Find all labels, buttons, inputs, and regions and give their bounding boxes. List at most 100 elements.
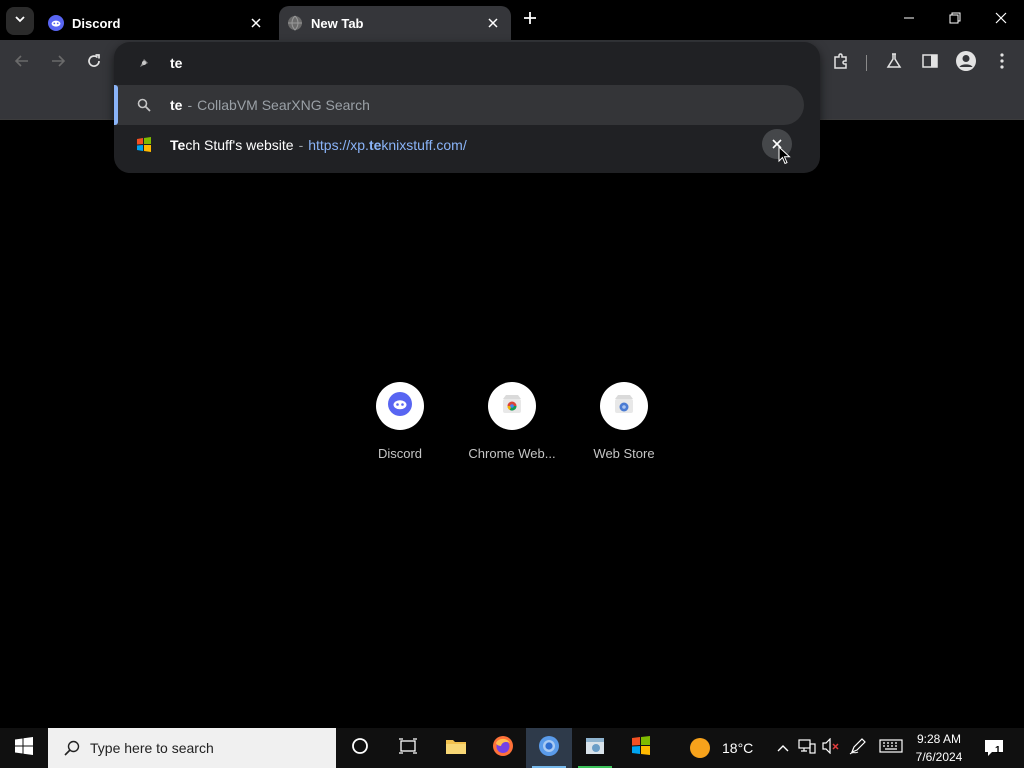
firefox-icon: [492, 735, 514, 762]
restore-button[interactable]: [932, 0, 978, 40]
tab-new-tab[interactable]: New Tab: [279, 6, 511, 40]
shortcut-chrome-web-store[interactable]: Chrome Web...: [456, 380, 568, 470]
suggestion-separator: -: [298, 137, 304, 153]
chevron-down-icon: [14, 12, 26, 30]
volume-button[interactable]: [821, 737, 841, 759]
chrome-icon: [538, 735, 560, 762]
shortcut-discord[interactable]: Discord: [344, 380, 456, 470]
flask-icon: [885, 52, 903, 75]
shortcut-tile: [600, 382, 648, 430]
shortcut-tile: [376, 382, 424, 430]
taskbar-search-box[interactable]: Type here to search: [48, 728, 336, 768]
tab-title: Discord: [72, 15, 121, 31]
firefox-button[interactable]: [480, 728, 526, 768]
avatar-icon: [955, 50, 977, 77]
taskbar-search-placeholder: Type here to search: [90, 740, 214, 756]
task-view-icon: [398, 737, 418, 760]
restore-icon: [949, 11, 961, 29]
close-window-button[interactable]: [978, 0, 1024, 40]
sun-icon: [690, 738, 710, 758]
file-explorer-button[interactable]: [433, 728, 479, 768]
web-store-icon: [612, 392, 636, 421]
suggestion-title: ch Stuff's website: [185, 137, 294, 153]
extensions-button[interactable]: [829, 51, 853, 75]
system-clock[interactable]: 9:28 AM 7/6/2024: [908, 730, 970, 766]
taskbar: Type here to search 18°C 9:28 AM 7/6/202…: [0, 728, 1024, 768]
more-vert-icon: [999, 52, 1005, 75]
windows-xp-icon: [630, 735, 652, 762]
suggestion-search[interactable]: te - CollabVM SearXNG Search: [114, 85, 804, 125]
suggestion-title-match: Te: [170, 137, 186, 153]
chrome-web-store-icon: [500, 392, 524, 421]
chevron-up-icon: [777, 739, 789, 757]
discord-icon: [48, 15, 64, 31]
reload-icon: [86, 53, 102, 74]
close-icon[interactable]: [483, 13, 503, 33]
omnibox-input-row: [114, 42, 820, 84]
forward-button[interactable]: [46, 51, 70, 75]
suggestion-query: te: [170, 97, 183, 113]
suggestion-url-match: te: [368, 137, 382, 153]
side-panel-icon: [921, 52, 939, 75]
suggestion-separator: -: [187, 97, 193, 113]
clock-time: 9:28 AM: [916, 732, 962, 746]
globe-icon: [287, 15, 303, 31]
shortcut-web-store[interactable]: Web Store: [568, 380, 680, 470]
chrome-logo-icon: [136, 55, 152, 71]
cortana-button[interactable]: [337, 728, 383, 768]
clock-date: 7/6/2024: [915, 750, 963, 764]
tab-title: New Tab: [311, 15, 364, 31]
search-icon: [135, 96, 153, 114]
folder-icon: [445, 737, 467, 760]
shortcut-label: Chrome Web...: [468, 446, 556, 461]
minimize-button[interactable]: [886, 0, 932, 40]
cortana-icon: [351, 737, 369, 760]
tab-discord[interactable]: Discord: [40, 6, 274, 40]
puzzle-icon: [832, 52, 850, 75]
shortcut-label: Discord: [377, 446, 423, 461]
pen-icon: [849, 737, 867, 760]
task-view-button[interactable]: [385, 728, 431, 768]
back-button[interactable]: [10, 51, 34, 75]
profile-button[interactable]: [954, 50, 978, 77]
pen-button[interactable]: [848, 737, 868, 760]
labs-button[interactable]: [882, 51, 906, 75]
windows-xp-icon: [135, 136, 153, 154]
app-button[interactable]: [572, 728, 618, 768]
arrow-left-icon: [14, 53, 30, 74]
suggestion-history[interactable]: Te ch Stuff's website - https://xp. te kni…: [114, 125, 804, 165]
network-icon: [798, 738, 816, 759]
start-button[interactable]: [0, 728, 48, 768]
app-window-icon: [584, 735, 606, 762]
windows-logo-icon: [15, 736, 33, 760]
omnibox-dropdown: te - CollabVM SearXNG Search Te ch Stuff…: [114, 42, 820, 173]
mouse-cursor-icon: [778, 145, 792, 166]
shortcut-label: Web Store: [593, 446, 655, 461]
search-icon: [62, 738, 82, 758]
arrow-right-icon: [50, 53, 66, 74]
reload-button[interactable]: [82, 51, 106, 75]
close-icon: [995, 11, 1007, 29]
new-tab-button[interactable]: [518, 8, 542, 32]
weather-widget[interactable]: 18°C: [690, 728, 753, 768]
menu-button[interactable]: [990, 51, 1014, 75]
tab-search-button[interactable]: [6, 7, 34, 35]
network-button[interactable]: [797, 738, 817, 758]
chrome-button[interactable]: [526, 728, 572, 768]
side-panel-button[interactable]: [918, 51, 942, 75]
plus-icon: [523, 11, 537, 30]
touch-keyboard-button[interactable]: [878, 738, 904, 758]
suggestion-url-rest: knixstuff.com/: [381, 137, 467, 153]
weather-temperature: 18°C: [722, 740, 754, 756]
shortcut-tile: [488, 382, 536, 430]
minimize-icon: [903, 11, 915, 29]
address-bar-input[interactable]: [170, 55, 770, 71]
volume-muted-icon: [822, 737, 840, 759]
suggestion-url-prefix: https://xp.: [308, 137, 369, 153]
discord-icon: [388, 391, 412, 421]
close-icon[interactable]: [246, 13, 266, 33]
windows-xp-button[interactable]: [618, 728, 664, 768]
show-hidden-icons-button[interactable]: [773, 738, 793, 758]
action-center-button[interactable]: 1: [980, 736, 1008, 760]
notification-icon: 1: [984, 739, 1004, 757]
